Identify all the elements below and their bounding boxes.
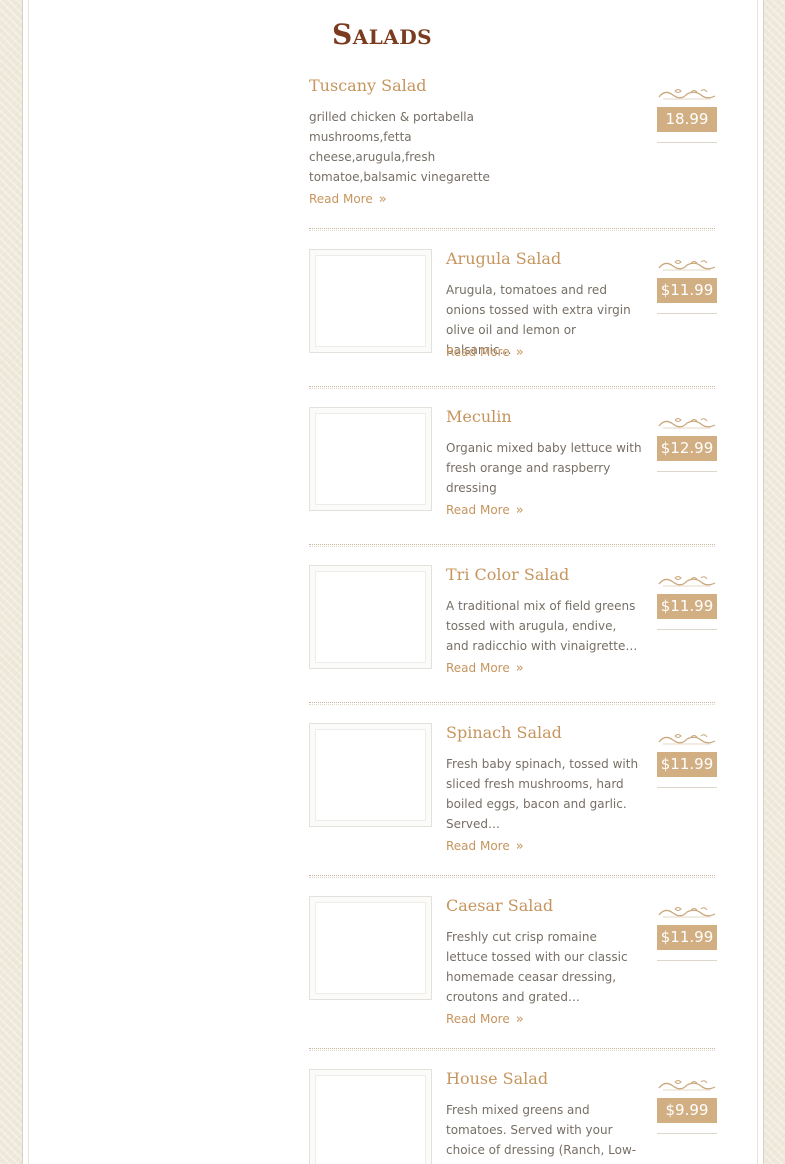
- read-more-link[interactable]: Read More »: [446, 661, 524, 676]
- double-chevron-right-icon: »: [378, 192, 387, 207]
- item-price: $11.99: [657, 594, 717, 619]
- flourish-ornament-icon: [657, 415, 717, 434]
- item-name-link[interactable]: Arugula Salad: [446, 249, 561, 268]
- price-underline: [657, 142, 717, 143]
- item-description: grilled chicken & portabella mushrooms,f…: [309, 110, 490, 184]
- flourish-ornament-icon: [657, 1077, 717, 1096]
- item-name-link[interactable]: Spinach Salad: [446, 723, 562, 742]
- item-description: Organic mixed baby lettuce with fresh or…: [446, 441, 642, 495]
- item-thumbnail[interactable]: [309, 565, 432, 669]
- double-chevron-right-icon: »: [515, 503, 524, 518]
- menu-item: Spinach Salad Fresh baby spinach, tossed …: [309, 723, 717, 873]
- item-thumbnail[interactable]: [309, 1069, 432, 1164]
- price-underline: [657, 960, 717, 961]
- menu-item: House Salad Fresh mixed greens and tomato…: [309, 1069, 717, 1164]
- double-chevron-right-icon: »: [515, 839, 524, 854]
- flourish-ornament-icon: [657, 86, 717, 105]
- double-chevron-right-icon: »: [515, 1012, 524, 1027]
- item-thumbnail[interactable]: [309, 407, 432, 511]
- price-underline: [657, 787, 717, 788]
- item-thumbnail[interactable]: [309, 723, 432, 827]
- item-description: Fresh baby spinach, tossed with sliced f…: [446, 757, 639, 831]
- menu-item: Tri Color Salad A traditional mix of fiel…: [309, 565, 717, 715]
- item-divider: [309, 544, 715, 547]
- price-box: $11.99: [657, 573, 717, 630]
- item-name-link[interactable]: Tri Color Salad: [446, 565, 569, 584]
- item-description: Freshly cut crisp romaine lettuce tossed…: [446, 930, 628, 1004]
- item-divider: [309, 228, 715, 231]
- price-box: 18.99: [657, 86, 717, 143]
- section-title: Salads: [332, 18, 433, 51]
- read-more-link[interactable]: Read More »: [309, 192, 387, 207]
- flourish-ornament-icon: [657, 904, 717, 923]
- price-box: $11.99: [657, 904, 717, 961]
- item-description: Fresh mixed greens and tomatoes. Served …: [446, 1103, 637, 1157]
- price-box: $9.99: [657, 1077, 717, 1134]
- read-more-link[interactable]: Read More »: [446, 503, 524, 518]
- price-underline: [657, 629, 717, 630]
- read-more-link[interactable]: Read More »: [446, 345, 524, 360]
- menu-item: Caesar Salad Freshly cut crisp romaine le…: [309, 896, 717, 1046]
- item-name-link[interactable]: Tuscany Salad: [309, 76, 427, 95]
- item-divider: [309, 386, 715, 389]
- item-thumbnail[interactable]: [309, 896, 432, 1000]
- flourish-ornament-icon: [657, 257, 717, 276]
- read-more-label: Read More: [309, 192, 373, 206]
- read-more-label: Read More: [446, 345, 510, 359]
- flourish-ornament-icon: [657, 573, 717, 592]
- read-more-link[interactable]: Read More »: [446, 839, 524, 854]
- item-price: $11.99: [657, 925, 717, 950]
- price-box: $11.99: [657, 257, 717, 314]
- item-name-link[interactable]: Caesar Salad: [446, 896, 553, 915]
- price-box: $11.99: [657, 731, 717, 788]
- menu-item: Tuscany Salad grilled chicken & portabell…: [309, 76, 717, 226]
- read-more-label: Read More: [446, 503, 510, 517]
- price-underline: [657, 471, 717, 472]
- item-divider: [309, 1048, 715, 1051]
- item-name-link[interactable]: Meculin: [446, 407, 512, 426]
- item-description: A traditional mix of field greens tossed…: [446, 599, 638, 653]
- price-underline: [657, 1133, 717, 1134]
- menu-item: Arugula Salad Arugula, tomatoes and red o…: [309, 249, 717, 399]
- flourish-ornament-icon: [657, 731, 717, 750]
- double-chevron-right-icon: »: [515, 345, 524, 360]
- read-more-label: Read More: [446, 661, 510, 675]
- item-price: $11.99: [657, 752, 717, 777]
- item-name-link[interactable]: House Salad: [446, 1069, 548, 1088]
- item-price: 18.99: [657, 107, 717, 132]
- price-underline: [657, 313, 717, 314]
- price-box: $12.99: [657, 415, 717, 472]
- item-price: $11.99: [657, 278, 717, 303]
- read-more-link[interactable]: Read More »: [446, 1012, 524, 1027]
- item-divider: [309, 702, 715, 705]
- read-more-label: Read More: [446, 839, 510, 853]
- double-chevron-right-icon: »: [515, 661, 524, 676]
- item-divider: [309, 875, 715, 878]
- item-price: $12.99: [657, 436, 717, 461]
- menu-item: Meculin Organic mixed baby lettuce with f…: [309, 407, 717, 557]
- item-price: $9.99: [657, 1098, 717, 1123]
- item-thumbnail[interactable]: [309, 249, 432, 353]
- read-more-label: Read More: [446, 1012, 510, 1026]
